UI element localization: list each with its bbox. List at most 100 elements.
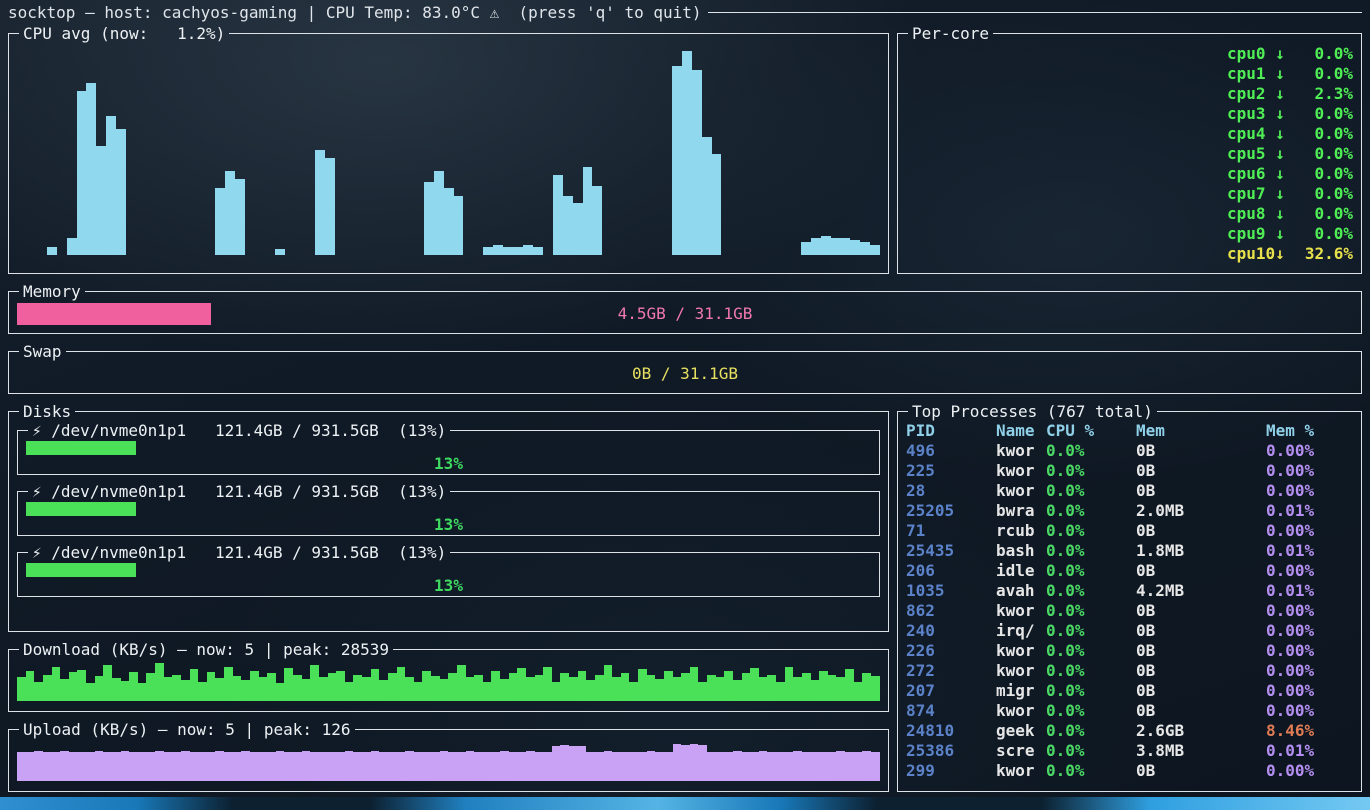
core-row: cpu1 ↓0.0% — [906, 63, 1353, 83]
upload-bar — [250, 752, 259, 781]
swap-gauge: 0B / 31.1GB — [17, 363, 1353, 385]
upload-bar — [604, 751, 613, 781]
cpu-history-bar — [672, 66, 682, 255]
cpu-history-bar — [841, 238, 851, 255]
power-icon: ⚡ — [32, 482, 42, 501]
download-bar — [673, 677, 682, 701]
upload-bar — [509, 752, 518, 781]
pid-cell: 207 — [906, 681, 996, 701]
pid-cell: 225 — [906, 461, 996, 481]
core-sparkline — [906, 88, 1219, 103]
upload-bar — [647, 751, 656, 781]
upload-bar — [586, 752, 595, 781]
cpu-history-bar — [702, 137, 712, 255]
disk-list: ⚡ /dev/nvme0n1p1 121.4GB / 931.5GB (13%)… — [17, 421, 880, 597]
download-bar — [43, 675, 52, 701]
pid-cell: 874 — [906, 701, 996, 721]
download-bar — [207, 672, 216, 701]
core-sparkline — [906, 208, 1219, 223]
download-bar — [819, 671, 828, 701]
cpu-history-bar — [712, 154, 722, 255]
name-cell: migr — [996, 681, 1046, 701]
core-usage-value: 32.6% — [1297, 244, 1353, 263]
core-label: cpu9 ↓ — [1227, 224, 1297, 243]
download-bar — [716, 677, 725, 701]
cpu-history-bar — [106, 116, 116, 255]
download-bar — [267, 673, 276, 701]
download-bar — [95, 676, 104, 701]
upload-bar — [103, 752, 112, 781]
pid-cell: 496 — [906, 441, 996, 461]
cpu-history-bar — [583, 167, 593, 255]
upload-bar — [681, 745, 690, 781]
disk-label: /dev/nvme0n1p1 121.4GB / 931.5GB (13%) — [51, 543, 446, 562]
cpu-history-bar — [682, 51, 692, 255]
core-label: cpu8 ↓ — [1227, 204, 1297, 223]
download-bar — [60, 679, 69, 701]
memory-usage-text: 4.5GB / 31.1GB — [17, 303, 1353, 325]
process-row: 496kwor0.0%0B0.00% — [906, 441, 1353, 461]
swap-usage-text: 0B / 31.1GB — [17, 363, 1353, 385]
download-bar — [34, 682, 43, 701]
pid-cell: 24810 — [906, 721, 996, 741]
core-sparkline — [906, 108, 1219, 123]
download-bar — [52, 667, 61, 701]
download-bar — [647, 675, 656, 701]
download-bar — [500, 679, 509, 701]
download-bar — [26, 671, 35, 701]
mem-pct-cell: 0.01% — [1266, 581, 1353, 601]
cpu-cell: 0.0% — [1046, 681, 1136, 701]
mem-pct-cell: 8.46% — [1266, 721, 1353, 741]
download-bar — [353, 675, 362, 701]
upload-bar — [414, 752, 423, 781]
mem-cell: 0B — [1136, 761, 1266, 781]
upload-bar — [379, 752, 388, 781]
process-row: 206idle0.0%0B0.00% — [906, 561, 1353, 581]
download-bar — [422, 671, 431, 701]
core-label: cpu3 ↓ — [1227, 104, 1297, 123]
upload-bar — [181, 751, 190, 781]
process-row: 1035avah0.0%4.2MB0.01% — [906, 581, 1353, 601]
mem-pct-cell: 0.00% — [1266, 641, 1353, 661]
upload-bar — [664, 752, 673, 781]
process-header-cell: Mem — [1136, 421, 1266, 441]
pid-cell: 1035 — [906, 581, 996, 601]
mem-pct-cell: 0.00% — [1266, 561, 1353, 581]
upload-bar — [578, 746, 587, 781]
upload-bar — [310, 752, 319, 781]
cpu-history-bar — [592, 186, 602, 255]
download-bar — [802, 673, 811, 701]
swap-title: Swap — [19, 342, 66, 361]
upload-bar — [95, 751, 104, 781]
upload-bar — [707, 752, 716, 781]
mem-cell: 0B — [1136, 561, 1266, 581]
core-usage-value: 0.0% — [1297, 44, 1353, 63]
disk-usage-percent: 13% — [26, 516, 871, 533]
upload-bar — [267, 752, 276, 781]
core-label: cpu7 ↓ — [1227, 184, 1297, 203]
mem-pct-cell: 0.01% — [1266, 501, 1353, 521]
core-usage-value: 0.0% — [1297, 144, 1353, 163]
cpu-cell: 0.0% — [1046, 741, 1136, 761]
core-label: cpu2 ↓ — [1227, 84, 1297, 103]
disk-gauge: ⚡ /dev/nvme0n1p1 121.4GB / 931.5GB (13%)… — [17, 543, 880, 597]
pid-cell: 28 — [906, 481, 996, 501]
core-sparkline — [906, 148, 1219, 163]
disk-gauge: ⚡ /dev/nvme0n1p1 121.4GB / 931.5GB (13%)… — [17, 482, 880, 536]
download-bar — [388, 673, 397, 701]
disk-usage-percent: 13% — [26, 577, 871, 594]
per-core-panel: Per-core cpu0 ↓0.0%cpu1 ↓0.0%cpu2 ↓2.3%c… — [897, 24, 1362, 274]
download-bar — [112, 678, 121, 701]
disk-gauge-title: ⚡ /dev/nvme0n1p1 121.4GB / 931.5GB (13%) — [28, 543, 450, 562]
mem-cell: 0B — [1136, 461, 1266, 481]
upload-bar — [164, 752, 173, 781]
upload-bar — [138, 752, 147, 781]
name-cell: kwor — [996, 461, 1046, 481]
download-bar — [836, 677, 845, 701]
upload-bar — [569, 746, 578, 781]
upload-bar — [17, 752, 26, 781]
upload-bar — [440, 751, 449, 781]
mem-pct-cell: 0.01% — [1266, 541, 1353, 561]
cpu-cell: 0.0% — [1046, 661, 1136, 681]
core-label: cpu4 ↓ — [1227, 124, 1297, 143]
